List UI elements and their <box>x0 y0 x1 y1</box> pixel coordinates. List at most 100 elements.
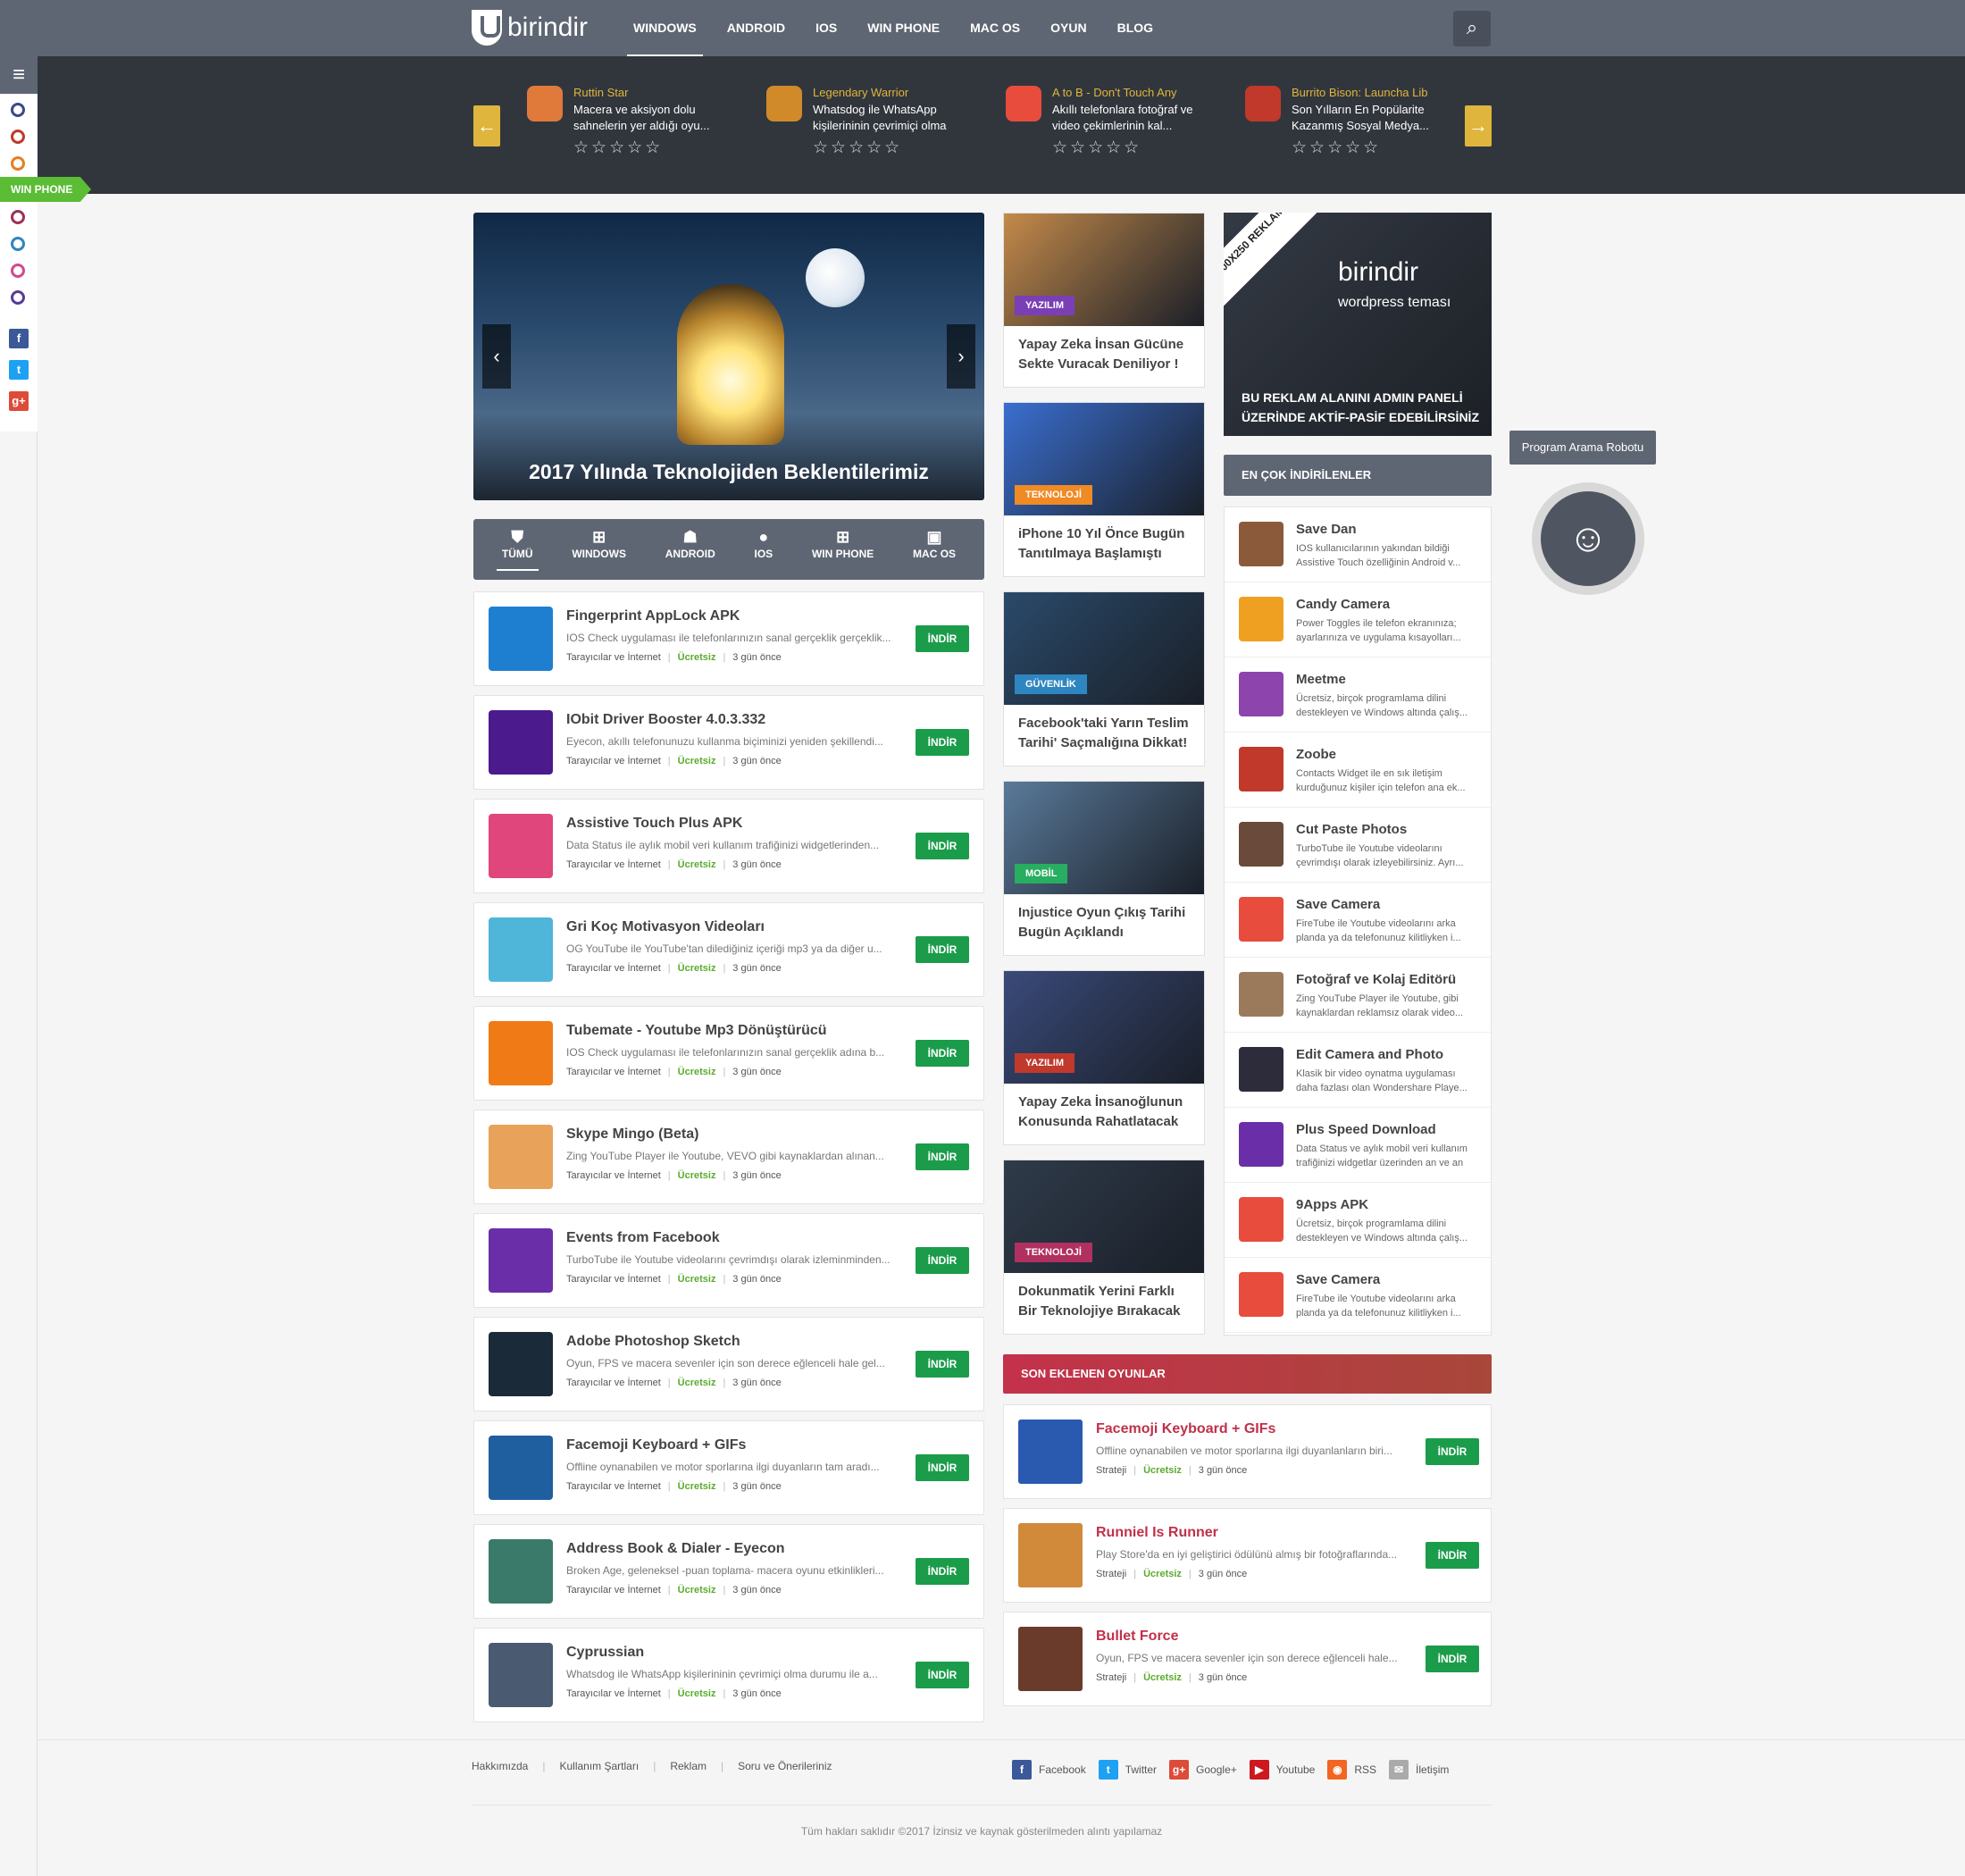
app-name[interactable]: IObit Driver Booster 4.0.3.332 <box>566 712 765 728</box>
download-button[interactable]: İNDİR <box>916 833 969 859</box>
game-name[interactable]: Runniel Is Runner <box>1096 1525 1218 1541</box>
top-download-item[interactable]: Candy Camera Power Toggles ile telefon ek… <box>1225 582 1491 657</box>
side-dot-1[interactable] <box>11 103 25 117</box>
app-icon[interactable] <box>489 1021 553 1085</box>
app-icon[interactable] <box>489 1125 553 1189</box>
news-card[interactable]: GÜVENLİK Facebook'taki Yarın Teslim Tarih… <box>1003 591 1205 766</box>
download-button[interactable]: İNDİR <box>1426 1542 1479 1569</box>
game-category[interactable]: Strateji <box>1096 1672 1126 1683</box>
app-icon[interactable] <box>1239 822 1284 867</box>
app-icon[interactable] <box>1239 972 1284 1017</box>
download-button[interactable]: İNDİR <box>1426 1438 1479 1465</box>
app-category[interactable]: Tarayıcılar ve İnternet <box>566 1481 661 1492</box>
tab-windows[interactable]: ⊞ WINDOWS <box>572 528 626 571</box>
top-app-name[interactable]: Fotoğraf ve Kolaj Editörü <box>1296 972 1456 987</box>
download-button[interactable]: İNDİR <box>916 1040 969 1067</box>
top-app-name[interactable]: Candy Camera <box>1296 597 1390 612</box>
hero-slider[interactable]: ‹ › 2017 Yılında Teknolojiden Beklentile… <box>473 213 984 500</box>
download-button[interactable]: İNDİR <box>916 1143 969 1170</box>
news-image[interactable]: YAZILIM <box>1004 971 1204 1084</box>
side-dot-2[interactable] <box>11 130 25 144</box>
app-icon[interactable] <box>1239 747 1284 791</box>
news-card[interactable]: YAZILIM Yapay Zeka İnsanoğlunun Konusunda… <box>1003 970 1205 1145</box>
app-category[interactable]: Tarayıcılar ve İnternet <box>566 756 661 766</box>
download-button[interactable]: İNDİR <box>916 1351 969 1378</box>
app-icon[interactable] <box>1239 1047 1284 1092</box>
side-dot-7[interactable] <box>11 290 25 305</box>
side-dot-5[interactable] <box>11 237 25 251</box>
footer-link-terms[interactable]: Kullanım Şartları <box>559 1760 639 1772</box>
menu-oyun[interactable]: OYUN <box>1035 0 1101 56</box>
top-app-name[interactable]: Cut Paste Photos <box>1296 822 1407 837</box>
app-category[interactable]: Tarayıcılar ve İnternet <box>566 1378 661 1388</box>
top-download-item[interactable]: Fotoğraf ve Kolaj Editörü Zing YouTube Pl… <box>1225 958 1491 1033</box>
top-app-name[interactable]: Save Camera <box>1296 1272 1380 1287</box>
app-icon[interactable] <box>1239 897 1284 942</box>
app-name[interactable]: Adobe Photoshop Sketch <box>566 1334 740 1350</box>
featured-item[interactable]: Burrito Bison: Launcha Lib Son Yılların E… <box>1245 86 1459 166</box>
footer-link-about[interactable]: Hakkımızda <box>472 1760 528 1772</box>
app-icon[interactable] <box>489 1332 553 1396</box>
menu-mac-os[interactable]: MAC OS <box>955 0 1035 56</box>
app-icon[interactable] <box>1239 672 1284 716</box>
app-icon[interactable] <box>489 1643 553 1707</box>
app-name[interactable]: Fingerprint AppLock APK <box>566 608 740 624</box>
tab-android[interactable]: ☗ ANDROID <box>665 528 715 571</box>
top-download-item[interactable]: Save Dan IOS kullanıcılarının yakından bi… <box>1225 507 1491 582</box>
download-button[interactable]: İNDİR <box>916 1454 969 1481</box>
news-title[interactable]: Yapay Zeka İnsanoğlunun Konusunda Rahatl… <box>1004 1084 1204 1141</box>
app-name[interactable]: Address Book & Dialer - Eyecon <box>566 1541 785 1557</box>
footer-link-ads[interactable]: Reklam <box>670 1760 707 1772</box>
app-icon[interactable] <box>1239 1272 1284 1317</box>
strip-next-button[interactable]: → <box>1465 105 1492 147</box>
app-icon[interactable] <box>489 1539 553 1604</box>
game-category[interactable]: Strateji <box>1096 1569 1126 1579</box>
footer-social-link[interactable]: t Twitter <box>1098 1760 1157 1780</box>
app-icon[interactable] <box>1239 1197 1284 1242</box>
game-icon[interactable] <box>1018 1627 1083 1691</box>
side-twitter-icon[interactable]: t <box>9 360 29 380</box>
menu-windows[interactable]: WINDOWS <box>618 0 712 56</box>
app-name[interactable]: Cyprussian <box>566 1645 644 1661</box>
tab-win-phone[interactable]: ⊞ WIN PHONE <box>812 528 874 571</box>
download-button[interactable]: İNDİR <box>916 936 969 963</box>
news-card[interactable]: TEKNOLOJİ iPhone 10 Yıl Önce Bugün Tanıtı… <box>1003 402 1205 577</box>
app-category[interactable]: Tarayıcılar ve İnternet <box>566 859 661 870</box>
side-facebook-icon[interactable]: f <box>9 329 29 348</box>
news-category-badge[interactable]: YAZILIM <box>1015 1053 1074 1073</box>
app-category[interactable]: Tarayıcılar ve İnternet <box>566 1170 661 1181</box>
top-download-item[interactable]: Edit Camera and Photo Klasik bir video oy… <box>1225 1033 1491 1108</box>
app-name[interactable]: Facemoji Keyboard + GIFs <box>566 1437 746 1453</box>
news-title[interactable]: Yapay Zeka İnsan Gücüne Sekte Vuracak De… <box>1004 326 1204 383</box>
tab-mac-os[interactable]: ▣ MAC OS <box>913 528 956 571</box>
game-icon[interactable] <box>1018 1420 1083 1484</box>
game-name[interactable]: Bullet Force <box>1096 1629 1178 1645</box>
download-button[interactable]: İNDİR <box>916 1558 969 1585</box>
app-icon[interactable] <box>489 1228 553 1293</box>
top-app-name[interactable]: Meetme <box>1296 672 1346 687</box>
tab-ios[interactable]: ● IOS <box>755 528 773 571</box>
top-app-name[interactable]: 9Apps APK <box>1296 1197 1368 1212</box>
slider-next-button[interactable]: › <box>947 324 975 389</box>
app-icon[interactable] <box>1239 522 1284 566</box>
top-app-name[interactable]: Plus Speed Download <box>1296 1122 1436 1137</box>
side-dot-4[interactable] <box>11 210 25 224</box>
top-download-item[interactable]: Save Camera FireTube ile Youtube videolar… <box>1225 1258 1491 1333</box>
top-download-item[interactable]: Meetme Ücretsiz, birçok programlama dilin… <box>1225 657 1491 733</box>
search-button[interactable]: ⌕ <box>1453 11 1491 46</box>
download-button[interactable]: İNDİR <box>1426 1646 1479 1672</box>
app-icon[interactable] <box>489 607 553 671</box>
app-name[interactable]: Tubemate - Youtube Mp3 Dönüştürücü <box>566 1023 827 1039</box>
top-download-item[interactable]: Zoobe Contacts Widget ile en sık iletişim… <box>1225 733 1491 808</box>
footer-social-link[interactable]: ▶ Youtube <box>1249 1760 1315 1780</box>
footer-link-feedback[interactable]: Soru ve Önerileriniz <box>738 1760 832 1772</box>
footer-social-link[interactable]: f Facebook <box>1012 1760 1086 1780</box>
footer-social-link[interactable]: ✉ İletişim <box>1389 1760 1449 1780</box>
download-button[interactable]: İNDİR <box>916 1662 969 1688</box>
news-title[interactable]: Facebook'taki Yarın Teslim Tarihi' Saçma… <box>1004 705 1204 762</box>
news-card[interactable]: YAZILIM Yapay Zeka İnsan Gücüne Sekte Vur… <box>1003 213 1205 388</box>
news-title[interactable]: iPhone 10 Yıl Önce Bugün Tanıtılmaya Baş… <box>1004 515 1204 573</box>
app-category[interactable]: Tarayıcılar ve İnternet <box>566 1274 661 1285</box>
ad-banner[interactable]: 300X250 REKLAM birindir wordpress teması… <box>1224 213 1492 436</box>
news-category-badge[interactable]: TEKNOLOJİ <box>1015 485 1092 505</box>
